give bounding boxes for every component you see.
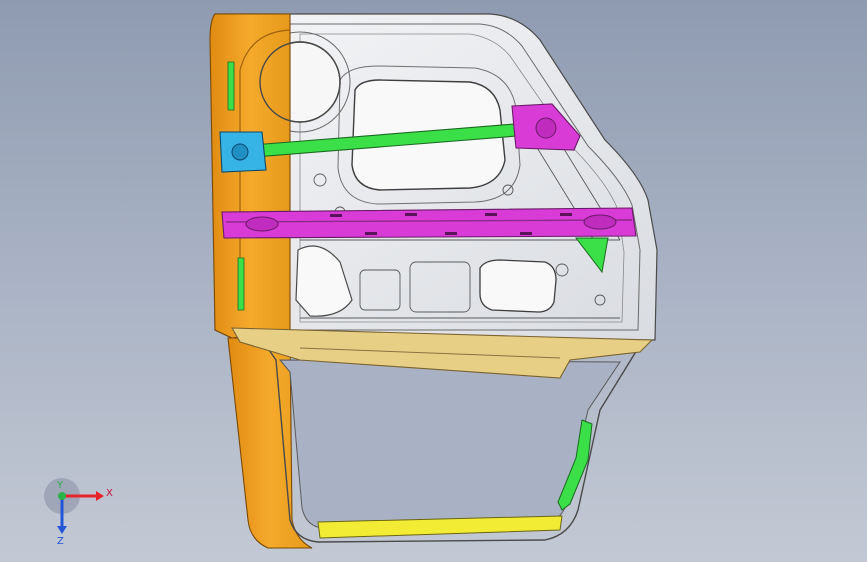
- x-axis-arrowhead: [96, 491, 104, 501]
- x-axis-label: X: [106, 488, 113, 499]
- graphics-viewport[interactable]: X Y Z: [0, 0, 867, 562]
- y-axis-dot: [58, 492, 66, 500]
- hinge-reinforcement-upper[interactable]: [209, 13, 291, 339]
- hinge-side-green-strip-top: [227, 61, 235, 111]
- impact-beam-end-left: [245, 216, 279, 232]
- y-axis-label: Y: [56, 480, 64, 491]
- impact-beam[interactable]: [221, 207, 637, 239]
- coordinate-triad: X Y Z: [44, 478, 113, 547]
- latch-bracket-boss: [535, 117, 557, 139]
- z-axis-arrowhead: [57, 526, 67, 534]
- hinge-bracket-boss: [231, 143, 249, 161]
- hinge-side-green-strip: [237, 257, 245, 311]
- impact-beam-end-right: [583, 214, 617, 230]
- lower-access-hole: [479, 259, 557, 313]
- z-axis-label: Z: [57, 536, 64, 547]
- car-door-3d-model[interactable]: [0, 0, 867, 562]
